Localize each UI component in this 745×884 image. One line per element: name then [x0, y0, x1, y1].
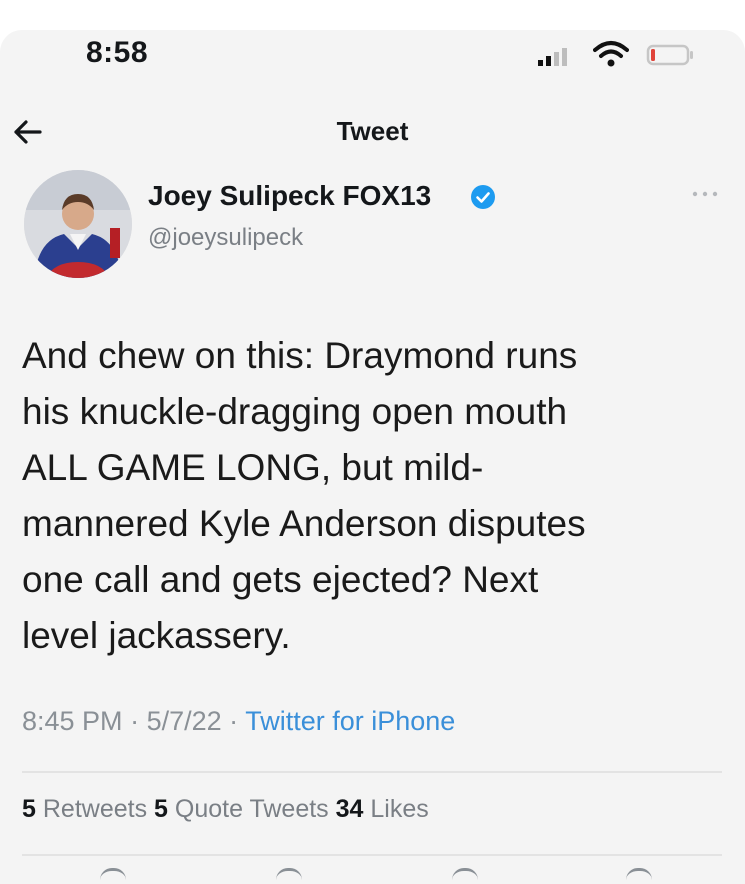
tweet-text-line: his knuckle-dragging open mouth — [22, 391, 568, 432]
more-dots-icon[interactable] — [690, 188, 720, 200]
author-handle[interactable]: @joeysulipeck — [148, 224, 303, 252]
tweet-text-line: And chew on this: Draymond runs — [22, 335, 578, 376]
avatar-photo — [24, 170, 132, 278]
tweet-text: And chew on this: Draymond runs his knuc… — [22, 328, 722, 664]
tweet-detail-screen: 8:58 Tweet Joey Sulipeck FOX13 @joeysuli… — [0, 30, 745, 884]
likes-count: 34 — [335, 795, 364, 823]
tweet-meta: 8:45 PM · 5/7/22 · Twitter for iPhone — [22, 706, 455, 737]
tweet-text-line: one call and gets ejected? Next — [22, 559, 539, 600]
tweet-date: 5/7/22 — [146, 706, 222, 736]
page-title: Tweet — [336, 116, 409, 146]
tweet-text-line: ALL GAME LONG, but mild- — [22, 447, 484, 488]
tweet-action-bar — [0, 868, 745, 884]
divider — [22, 854, 722, 856]
reply-icon[interactable] — [100, 868, 126, 884]
like-icon[interactable] — [452, 868, 478, 884]
status-time: 8:58 — [86, 36, 149, 69]
status-bar: 8:58 — [0, 30, 745, 90]
nav-bar: Tweet — [0, 110, 745, 160]
quote-tweets-label: Quote Tweets — [174, 795, 329, 823]
tweet-text-line: mannered Kyle Anderson disputes — [22, 503, 586, 544]
retweets-count: 5 — [22, 795, 36, 823]
tweet-time: 8:45 PM — [22, 706, 123, 736]
quote-tweets-count: 5 — [154, 795, 168, 823]
quote-tweets-stat[interactable]: 5 Quote Tweets — [154, 795, 329, 823]
engagement-stats: 5 Retweets 5 Quote Tweets 34 Likes — [22, 795, 429, 824]
wifi-icon — [593, 41, 629, 67]
battery-icon — [646, 44, 693, 66]
retweet-icon[interactable] — [276, 868, 302, 884]
tweet-source-link[interactable]: Twitter for iPhone — [245, 706, 455, 736]
avatar[interactable] — [24, 170, 132, 278]
meta-separator: · — [229, 706, 246, 736]
retweets-stat[interactable]: 5 Retweets — [22, 795, 147, 823]
cellular-signal-icon — [538, 48, 567, 66]
share-icon[interactable] — [626, 868, 652, 884]
author-name[interactable]: Joey Sulipeck FOX13 — [148, 180, 431, 212]
verified-badge-icon — [471, 185, 495, 209]
likes-stat[interactable]: 34 Likes — [336, 795, 429, 823]
status-icons — [538, 40, 698, 70]
retweets-label: Retweets — [42, 795, 148, 823]
divider — [22, 771, 722, 773]
likes-label: Likes — [370, 795, 429, 823]
tweet-text-line: level jackassery. — [22, 615, 291, 656]
meta-separator: · — [130, 706, 147, 736]
